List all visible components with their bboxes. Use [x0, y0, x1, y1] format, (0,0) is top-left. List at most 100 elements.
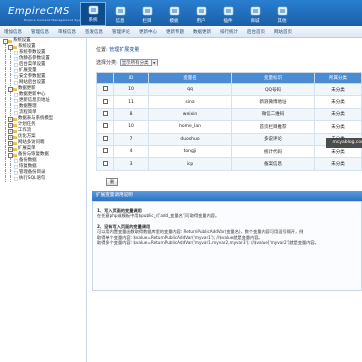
nav-label: 模板 — [169, 19, 179, 24]
category-select[interactable]: 显示所有分类 ▼ — [119, 59, 158, 66]
info-line — [97, 219, 357, 222]
nav-item-2[interactable]: 栏目 — [134, 2, 160, 26]
page-icon — [14, 171, 18, 175]
cell-cat: 未分类 — [314, 107, 362, 122]
col-id: ID — [113, 72, 149, 84]
cell-desc: 备案信息 — [231, 157, 315, 171]
nav-item-3[interactable]: 模板 — [161, 2, 187, 26]
cell-name[interactable]: qq — [148, 82, 232, 97]
row-checkbox[interactable] — [102, 160, 108, 166]
cell-desc: 首页栏目推荐 — [231, 120, 315, 134]
cell-name[interactable]: home_lan — [148, 120, 232, 134]
breadcrumb-link[interactable]: 管理扩展变量 — [109, 47, 139, 53]
page-icon — [14, 51, 18, 55]
subnav-link[interactable]: 网站首页 — [274, 29, 292, 35]
page-icon — [14, 99, 18, 103]
row-checkbox-cell — [96, 82, 114, 97]
nav-item-5[interactable]: 插件 — [215, 2, 241, 26]
folder-icon — [7, 39, 13, 44]
category-select-value: 显示所有分类 — [121, 61, 149, 66]
page-icon — [14, 105, 18, 109]
shop-icon — [250, 6, 261, 16]
page-icon — [14, 177, 18, 181]
row-checkbox[interactable] — [102, 110, 108, 116]
variables-table: ID 变量名 变量标识 所属分类 10 qq QQ号码 未分类 11 sina 新浪微博地址… — [96, 72, 362, 171]
row-checkbox[interactable] — [102, 98, 108, 104]
subnav-link[interactable]: 更新中心 — [139, 29, 157, 35]
subnav-link[interactable]: 更新专题 — [166, 29, 184, 35]
page-icon — [14, 69, 18, 73]
row-checkbox[interactable] — [102, 123, 108, 129]
row-checkbox-cell — [96, 107, 114, 122]
filter-label: 选择分类: — [96, 60, 118, 66]
tree-line — [4, 176, 6, 182]
cell-name[interactable]: duoshuo — [148, 132, 232, 146]
row-checkbox[interactable] — [102, 148, 108, 154]
subnav-link[interactable]: 签发信息 — [85, 29, 103, 35]
folder-icon — [12, 87, 18, 92]
page-icon — [14, 93, 18, 97]
table-row: 10 home_lan 首页栏目推荐 未分类 — [96, 120, 362, 134]
nav-label: 插件 — [223, 19, 233, 24]
nav-item-0[interactable]: 系统 — [80, 2, 106, 26]
col-checkbox — [96, 72, 114, 84]
table-row: 7duoshuo多说评论未分类 — [96, 132, 362, 146]
delete-button[interactable]: 删 — [106, 178, 118, 186]
nav-item-4[interactable]: 用户 — [188, 2, 214, 26]
cell-desc: 统计代码 — [231, 144, 315, 159]
page-icon — [14, 75, 18, 79]
folder-icon — [12, 129, 18, 134]
row-checkbox-cell — [96, 120, 114, 134]
col-category: 所属分类 — [314, 72, 362, 84]
row-checkbox[interactable] — [102, 86, 108, 92]
subnav-link[interactable]: 管理评论 — [112, 29, 130, 35]
cell-desc: 微信二维码 — [231, 107, 315, 122]
subnav-link[interactable]: 增加信息 — [4, 29, 22, 35]
nav-item-7[interactable]: 其他 — [269, 2, 295, 26]
cell-name[interactable]: icp — [148, 157, 232, 171]
subnav-link[interactable]: 排行统计 — [220, 29, 238, 35]
nav-item-6[interactable]: 商城 — [242, 2, 268, 26]
cell-name[interactable]: sina — [148, 95, 232, 109]
cell-id: 4 — [113, 144, 149, 159]
table-row: 3 icp 备案信息 未分类 — [96, 157, 362, 171]
subnav-link[interactable]: 后台首页 — [247, 29, 265, 35]
breadcrumb: 位置: 管理扩展变量 — [96, 46, 139, 53]
cell-name[interactable]: tongji — [148, 144, 232, 159]
app-logo-subtitle: Empire Content Management System — [24, 18, 87, 22]
page-icon — [14, 57, 18, 61]
col-desc: 变量标识 — [231, 72, 315, 84]
page-icon — [14, 159, 18, 163]
nav-label: 栏目 — [142, 19, 152, 24]
subnav-link[interactable]: 管理信息 — [31, 29, 49, 35]
folder-icon — [12, 117, 18, 122]
cell-id: 10 — [113, 120, 149, 134]
cell-id: 7 — [113, 132, 149, 146]
subnav-link[interactable]: 数据更新 — [193, 29, 211, 35]
row-checkbox-cell — [96, 144, 114, 159]
cell-id: 8 — [113, 107, 149, 122]
watermark-label: mcyablog.com — [326, 138, 362, 148]
cell-name[interactable]: weixin — [148, 107, 232, 122]
cell-cat: 未分类 — [314, 82, 362, 97]
info-icon — [115, 6, 126, 16]
main-content: 位置: 管理扩展变量 选择分类: 显示所有分类 ▼ ID 变量名 变量标识 所属… — [90, 38, 362, 362]
top-header: EmpireCMS Empire Content Management Syst… — [0, 0, 362, 26]
chevron-down-icon: ▼ — [150, 60, 157, 66]
subnav-link[interactable]: 审核信息 — [58, 29, 76, 35]
cell-desc: 多说评论 — [231, 132, 315, 146]
template-icon — [169, 6, 180, 16]
tree-item[interactable]: 执行SQL语句 — [0, 176, 86, 182]
nav-label: 系统 — [88, 18, 98, 23]
cell-desc: 新浪微博地址 — [231, 95, 315, 109]
row-checkbox[interactable] — [102, 135, 108, 141]
other-icon — [277, 6, 288, 16]
page-icon — [14, 165, 18, 169]
cell-cat: 未分类 — [314, 120, 362, 134]
table-row: 4 tongji 统计代码 未分类 — [96, 144, 362, 159]
nav-item-1[interactable]: 信息 — [107, 2, 133, 26]
folder-icon — [12, 135, 18, 140]
folder-icon — [12, 141, 18, 146]
home-icon — [88, 5, 99, 15]
cell-id: 11 — [113, 95, 149, 109]
